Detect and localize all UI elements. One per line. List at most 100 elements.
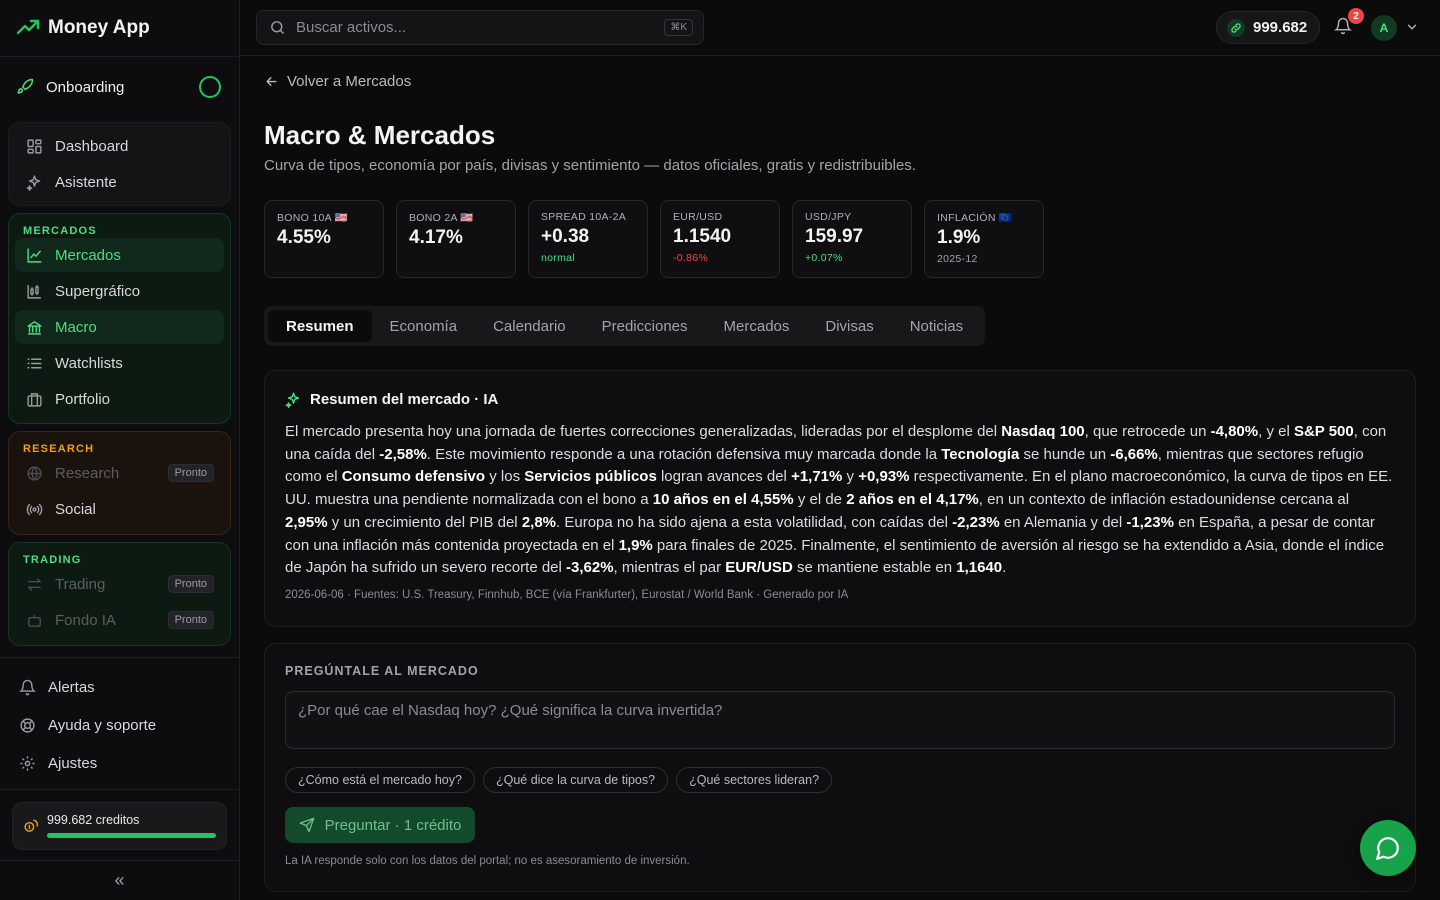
tab-economia[interactable]: Economía: [372, 310, 476, 342]
collapse-sidebar-button[interactable]: «: [0, 870, 239, 891]
balance-pill[interactable]: 999.682: [1216, 11, 1320, 44]
summary-segment: y los: [485, 468, 525, 486]
candlestick-icon: [25, 282, 43, 300]
sidebar-item-portfolio[interactable]: Portfolio: [15, 382, 224, 416]
summary-segment: se hunde un: [1019, 445, 1111, 463]
tab-noticias[interactable]: Noticias: [892, 310, 981, 342]
sidebar-item-label: Alertas: [48, 678, 95, 696]
summary-segment: , mientras el par: [613, 559, 726, 577]
suggestion-chip[interactable]: ¿Cómo está el mercado hoy?: [285, 767, 475, 793]
rocket-icon: [16, 78, 34, 96]
stat-value: 4.55%: [277, 227, 331, 248]
suggestion-chip[interactable]: ¿Qué sectores lideran?: [676, 767, 833, 793]
credits-label: 999.682 creditos: [47, 813, 140, 827]
sidebar-item-asistente[interactable]: Asistente: [15, 165, 224, 199]
summary-highlight: -1,23%: [1126, 513, 1174, 531]
ask-button[interactable]: Preguntar · 1 crédito: [285, 807, 475, 843]
sidebar-item-label: Research: [55, 464, 120, 482]
stat-value: 1.9%: [937, 227, 981, 248]
search-input[interactable]: [296, 19, 655, 36]
sidebar-item-label: Portfolio: [55, 390, 111, 408]
summary-header: Resumen del mercado · IA: [285, 391, 1395, 408]
group-title: TRADING: [23, 554, 82, 566]
sidebar-item-fondo-ia[interactable]: Fondo IA Pronto: [15, 603, 224, 637]
sidebar-item-social[interactable]: Social: [15, 492, 224, 526]
sidebar-item-label: Trading: [55, 575, 106, 593]
coins-icon: [23, 817, 40, 839]
stat-value: 159.97: [805, 226, 864, 247]
sidebar-item-label: Watchlists: [55, 354, 123, 372]
summary-highlight: 1,9%: [618, 536, 653, 554]
summary-highlight: S&P 500: [1293, 423, 1354, 440]
tab-mercados[interactable]: Mercados: [706, 310, 808, 342]
tab-calendario[interactable]: Calendario: [475, 310, 584, 342]
sidebar-bottom-links: Alertas Ayuda y soporte Ajustes: [0, 668, 239, 782]
nav-group-trading: TRADING Trading Pronto Fondo IA Pronto: [8, 542, 231, 646]
pronto-badge: Pronto: [167, 611, 214, 629]
stat-label: BONO 10A 🇺🇸: [277, 212, 348, 224]
summary-segment: y: [842, 468, 859, 486]
sidebar-item-label: Dashboard: [55, 137, 129, 155]
avatar[interactable]: A: [1371, 15, 1397, 41]
sidebar-item-ajustes[interactable]: Ajustes: [0, 744, 239, 782]
sidebar-item-mercados[interactable]: Mercados: [15, 238, 224, 272]
summary-segment: , que retrocede un: [1084, 423, 1211, 440]
summary-highlight: Tecnología: [941, 445, 1020, 463]
summary-segment: , y el: [1258, 423, 1294, 440]
ask-button-label: Preguntar · 1 crédito: [324, 816, 462, 834]
summary-highlight: Servicios públicos: [524, 468, 657, 486]
main-content: Volver a Mercados Macro & Mercados Curva…: [264, 56, 1416, 900]
question-input[interactable]: ¿Por qué cae el Nasdaq hoy? ¿Qué signifi…: [285, 691, 1395, 749]
summary-highlight: -2,23%: [952, 513, 1000, 531]
back-link[interactable]: Volver a Mercados: [264, 73, 411, 90]
summary-highlight: Nasdaq 100: [1001, 423, 1085, 440]
stat-card: BONO 2A 🇺🇸 4.17%: [396, 200, 516, 278]
briefcase-icon: [25, 390, 43, 408]
trending-up-icon: [16, 16, 40, 40]
gear-icon: [18, 754, 36, 772]
send-icon: [299, 817, 315, 833]
search-box[interactable]: ⌘K: [256, 10, 704, 45]
stats-row: BONO 10A 🇺🇸 4.55% BONO 2A 🇺🇸 4.17% SPREA…: [264, 200, 1044, 278]
stat-card: EUR/USD 1.1540 -0.86%: [660, 200, 780, 278]
stat-sub: 2025-12: [937, 253, 978, 265]
sidebar-item-alertas[interactable]: Alertas: [0, 668, 239, 706]
onboarding-item[interactable]: Onboarding: [16, 74, 221, 100]
list-icon: [25, 354, 43, 372]
summary-text: El mercado presenta hoy una jornada de f…: [285, 421, 1395, 580]
credits-widget[interactable]: 999.682 creditos: [12, 802, 227, 850]
stat-card: BONO 10A 🇺🇸 4.55%: [264, 200, 384, 278]
tab-resumen[interactable]: Resumen: [268, 310, 372, 342]
divider: [0, 657, 239, 658]
pronto-badge: Pronto: [167, 464, 214, 482]
sidebar-item-label: Ajustes: [48, 754, 98, 772]
sidebar-item-watchlists[interactable]: Watchlists: [15, 346, 224, 380]
summary-segment: y el de: [793, 491, 847, 509]
summary-meta: 2026-06-06 · Fuentes: U.S. Treasury, Fin…: [285, 588, 849, 601]
tab-bar: Resumen Economía Calendario Predicciones…: [264, 306, 986, 346]
summary-highlight: -4,80%: [1210, 423, 1259, 440]
summary-highlight: -3,62%: [566, 559, 614, 577]
sidebar-item-trading[interactable]: Trading Pronto: [15, 567, 224, 601]
sidebar-item-research[interactable]: Research Pronto: [15, 456, 224, 490]
globe-icon: [25, 464, 43, 482]
sidebar-item-macro[interactable]: Macro: [15, 310, 224, 344]
balance-value: 999.682: [1253, 19, 1308, 36]
stat-label: BONO 2A 🇺🇸: [409, 212, 474, 224]
chat-fab-button[interactable]: [1360, 820, 1416, 876]
stat-card: INFLACIÓN 🇪🇺 1.9% 2025-12: [924, 200, 1044, 278]
sidebar-item-label: Fondo IA: [55, 611, 116, 629]
tab-predicciones[interactable]: Predicciones: [584, 310, 706, 342]
suggestion-chip[interactable]: ¿Qué dice la curva de tipos?: [482, 767, 669, 793]
summary-segment: y un crecimiento del PIB del: [327, 513, 522, 531]
link-icon: [1227, 18, 1245, 37]
sidebar-item-supergrafico[interactable]: Supergráfico: [15, 274, 224, 308]
topbar: ⌘K 999.682 2 A: [240, 0, 1440, 56]
stat-value: 4.17%: [409, 227, 463, 248]
summary-highlight: -6,66%: [1110, 445, 1158, 463]
sidebar-item-ayuda[interactable]: Ayuda y soporte: [0, 706, 239, 744]
sidebar-item-dashboard[interactable]: Dashboard: [15, 129, 224, 163]
tab-divisas[interactable]: Divisas: [807, 310, 891, 342]
brand[interactable]: Money App: [16, 14, 150, 42]
chevron-down-icon[interactable]: [1405, 20, 1419, 39]
